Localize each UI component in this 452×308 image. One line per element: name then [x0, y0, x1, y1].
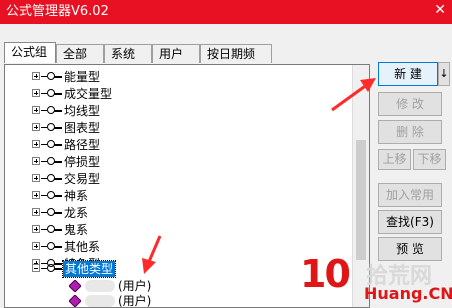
arrow-to-new-button — [331, 78, 376, 112]
watermark-domain: Huang.CN — [364, 284, 452, 303]
watermark: 10 拾荒网 Huang.CN — [298, 252, 452, 308]
arrow-to-selected-item — [142, 235, 162, 274]
watermark-number: 10 — [300, 252, 351, 296]
